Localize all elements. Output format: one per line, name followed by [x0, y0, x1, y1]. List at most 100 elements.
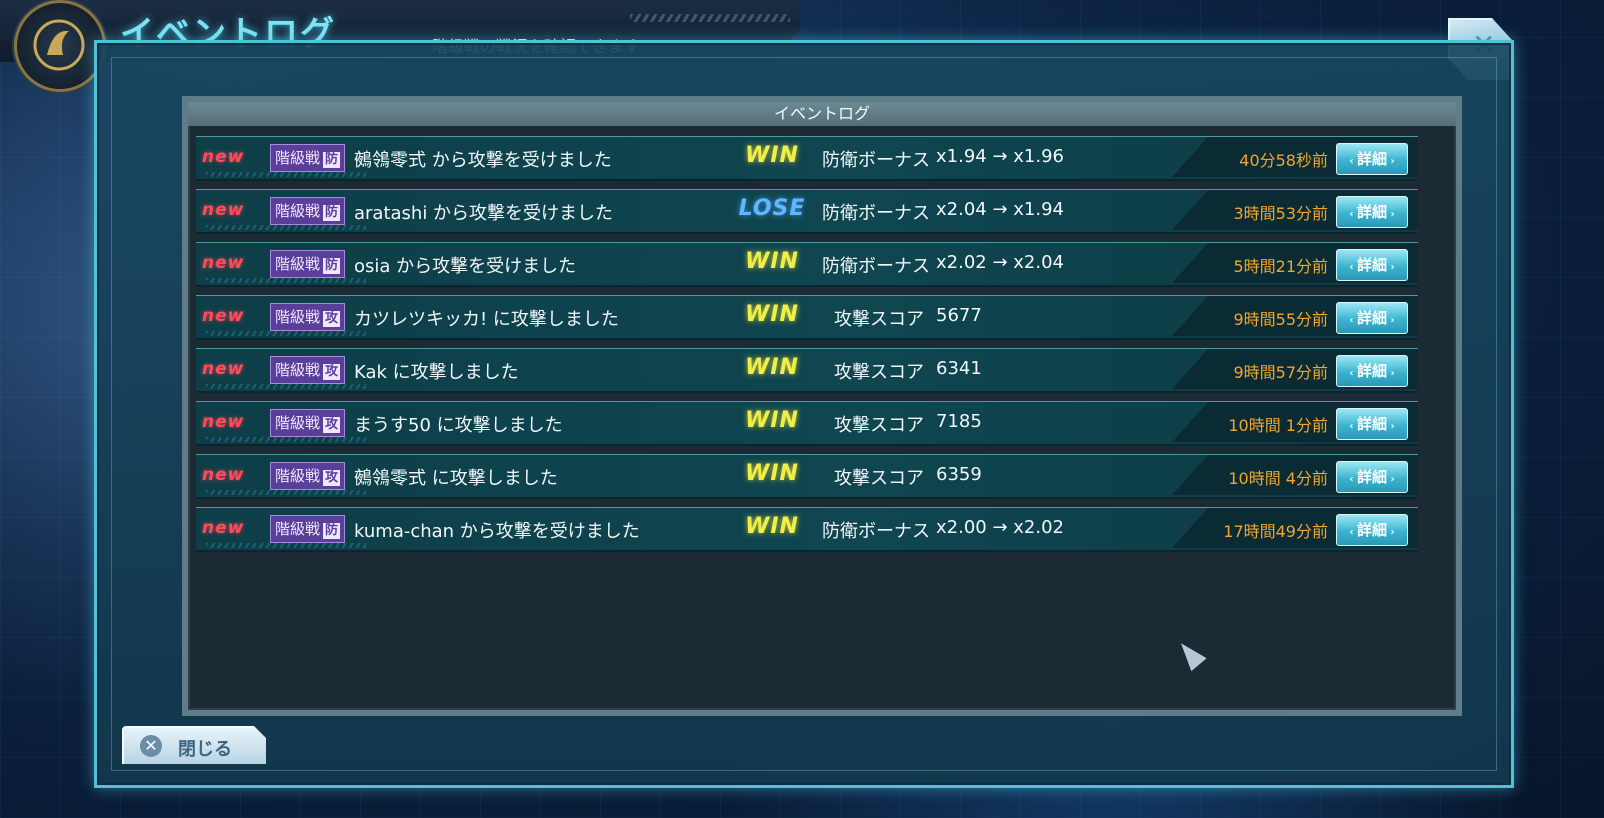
elapsed-time: 17時間49分前	[1223, 522, 1328, 541]
elapsed-time: 5時間21分前	[1233, 257, 1328, 276]
close-button-label: 閉じる	[178, 739, 232, 760]
detail-value: 6359	[936, 464, 982, 485]
result-badge: WIN	[745, 355, 799, 380]
event-description: まうす50 に攻撃しました	[354, 415, 563, 436]
header-stripes	[630, 14, 790, 22]
result-badge: WIN	[745, 302, 799, 327]
mode-badge: 階級戦攻	[270, 356, 346, 384]
chevron-left-icon: ‹	[1349, 156, 1357, 167]
chevron-left-icon: ‹	[1349, 368, 1357, 379]
chevron-left-icon: ‹	[1349, 421, 1357, 432]
detail-button-label: 詳細	[1356, 256, 1387, 274]
detail-button[interactable]: ‹ 詳細 ›	[1336, 514, 1408, 546]
detail-button-label: 詳細	[1356, 362, 1387, 380]
result-badge: WIN	[745, 461, 799, 486]
detail-button-label: 詳細	[1356, 468, 1387, 486]
new-badge: new	[202, 359, 245, 379]
detail-value: x2.02 → x2.04	[936, 252, 1064, 273]
detail-button-label: 詳細	[1356, 150, 1387, 168]
mode-type-icon: 防	[323, 258, 341, 274]
panel-title: イベントログ	[188, 102, 1456, 126]
chevron-right-icon: ›	[1387, 315, 1395, 326]
new-badge: new	[202, 518, 245, 538]
chevron-left-icon: ‹	[1349, 315, 1357, 326]
detail-value: x2.00 → x2.02	[936, 517, 1064, 538]
mode-label: 階級戦	[275, 308, 321, 326]
mode-label: 階級戦	[275, 149, 321, 167]
event-log-panel: イベントログ new 階級戦防鵺鴒零式 から攻撃を受けました WIN 防衛ボーナス x1…	[182, 96, 1462, 716]
mode-badge: 階級戦防	[270, 144, 346, 172]
mode-badge: 階級戦攻	[270, 303, 346, 331]
detail-button[interactable]: ‹ 詳細 ›	[1336, 249, 1408, 281]
detail-label: 防衛ボーナス	[822, 256, 930, 277]
detail-value: 5677	[936, 305, 982, 326]
mode-type-icon: 攻	[323, 470, 341, 486]
detail-button[interactable]: ‹ 詳細 ›	[1336, 302, 1408, 334]
mode-type-icon: 攻	[323, 417, 341, 433]
mode-label: 階級戦	[275, 414, 321, 432]
detail-value: x2.04 → x1.94	[936, 199, 1064, 220]
new-badge: new	[202, 253, 245, 273]
event-row: new 階級戦防鵺鴒零式 から攻撃を受けました WIN 防衛ボーナス x1.94 → x…	[196, 136, 1418, 181]
chevron-right-icon: ›	[1387, 421, 1395, 432]
elapsed-time: 3時間53分前	[1233, 204, 1328, 223]
mode-label: 階級戦	[275, 520, 321, 538]
event-description: 鵺鴒零式 に攻撃しました	[354, 468, 558, 489]
chevron-left-icon: ‹	[1349, 262, 1357, 273]
detail-button-label: 詳細	[1356, 415, 1387, 433]
mode-badge: 階級戦防	[270, 250, 346, 278]
chevron-right-icon: ›	[1387, 368, 1395, 379]
mode-badge: 階級戦防	[270, 197, 346, 225]
mode-badge: 階級戦攻	[270, 409, 346, 437]
detail-button[interactable]: ‹ 詳細 ›	[1336, 196, 1408, 228]
new-badge: new	[202, 200, 245, 220]
event-row: new 階級戦防 osia から攻撃を受けました WIN 防衛ボーナス x2.02 → x…	[196, 242, 1418, 287]
mode-type-icon: 防	[323, 152, 341, 168]
event-row: new 階級戦攻鵺鴒零式 に攻撃しました WIN 攻撃スコア 6359 10時間 4分前 ‹…	[196, 454, 1418, 499]
elapsed-time: 40分58秒前	[1239, 151, 1328, 170]
mode-badge: 階級戦防	[270, 515, 346, 543]
detail-value: x1.94 → x1.96	[936, 146, 1064, 167]
mode-label: 階級戦	[275, 255, 321, 273]
event-row: new 階級戦防 aratashi から攻撃を受けました LOSE 防衛ボーナス x2.0…	[196, 189, 1418, 234]
detail-value: 7185	[936, 411, 982, 432]
event-row: new 階級戦防 kuma-chan から攻撃を受けました WIN 防衛ボーナス x2.0…	[196, 507, 1418, 552]
event-list: new 階級戦防鵺鴒零式 から攻撃を受けました WIN 防衛ボーナス x1.94 → x…	[196, 136, 1418, 560]
result-badge: WIN	[745, 249, 799, 274]
detail-button-label: 詳細	[1356, 203, 1387, 221]
mode-label: 階級戦	[275, 361, 321, 379]
result-badge: WIN	[745, 143, 799, 168]
chevron-right-icon: ›	[1387, 262, 1395, 273]
detail-label: 攻撃スコア	[834, 415, 924, 436]
new-badge: new	[202, 147, 245, 167]
result-badge: WIN	[745, 514, 799, 539]
detail-label: 防衛ボーナス	[822, 203, 930, 224]
detail-button[interactable]: ‹ 詳細 ›	[1336, 355, 1408, 387]
detail-button[interactable]: ‹ 詳細 ›	[1336, 143, 1408, 175]
detail-button[interactable]: ‹ 詳細 ›	[1336, 461, 1408, 493]
detail-label: 攻撃スコア	[834, 468, 924, 489]
close-button[interactable]: ✕ 閉じる	[122, 726, 266, 764]
event-description: aratashi から攻撃を受けました	[354, 203, 614, 224]
mode-type-icon: 防	[323, 523, 341, 539]
event-row: new 階級戦攻カツレツキッカ! に攻撃しました WIN 攻撃スコア 5677 9時間55…	[196, 295, 1418, 340]
event-description: Kak に攻撃しました	[354, 362, 519, 383]
new-badge: new	[202, 465, 245, 485]
detail-value: 6341	[936, 358, 982, 379]
detail-button[interactable]: ‹ 詳細 ›	[1336, 408, 1408, 440]
elapsed-time: 10時間 4分前	[1228, 469, 1328, 488]
detail-label: 攻撃スコア	[834, 362, 924, 383]
chevron-left-icon: ‹	[1349, 209, 1357, 220]
event-description: osia から攻撃を受けました	[354, 256, 577, 277]
mode-badge: 階級戦攻	[270, 462, 346, 490]
event-row: new 階級戦攻 Kak に攻撃しました WIN 攻撃スコア 6341 9時間57分前 ‹ 詳…	[196, 348, 1418, 393]
mode-label: 階級戦	[275, 467, 321, 485]
result-badge: LOSE	[738, 196, 806, 221]
event-description: 鵺鴒零式 から攻撃を受けました	[354, 150, 612, 171]
close-circle-icon: ✕	[140, 735, 162, 757]
chevron-right-icon: ›	[1387, 209, 1395, 220]
emblem-icon	[14, 0, 106, 92]
event-description: カツレツキッカ! に攻撃しました	[354, 309, 619, 330]
chevron-right-icon: ›	[1387, 527, 1395, 538]
detail-button-label: 詳細	[1356, 521, 1387, 539]
